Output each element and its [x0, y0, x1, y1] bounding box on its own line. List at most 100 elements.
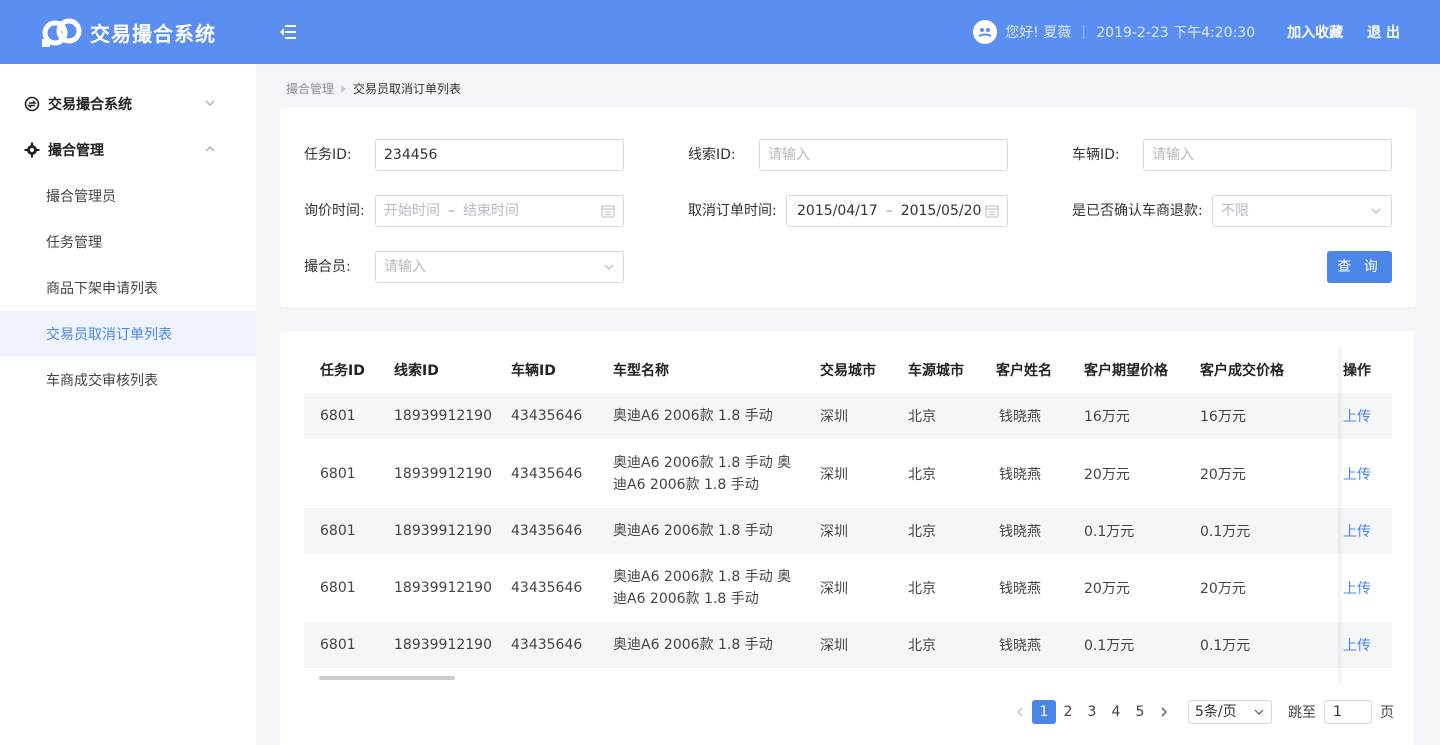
sidebar-item-label: 商品下架申请列表 [46, 281, 158, 297]
source-city-cell: 北京 [908, 409, 936, 425]
sidebar-group-label: 交易撮合系统 [48, 97, 132, 113]
breadcrumb-parent[interactable]: 撮合管理 [286, 80, 334, 97]
exchange-icon [24, 96, 40, 112]
jump-page-input[interactable]: 1 [1324, 700, 1372, 724]
prev-page-icon[interactable] [1008, 700, 1032, 724]
sidebar-item-deal-review[interactable]: 车商成交审核列表 [0, 357, 256, 403]
upload-link[interactable]: 上传 [1343, 554, 1371, 622]
table-row: 6801 18939912190 43435646 奥迪A6 2006款 1.8… [304, 393, 1392, 439]
range-separator: – [885, 203, 893, 219]
car-model-line: 奥迪A6 2006款 1.8 手动 奥 [613, 454, 792, 471]
add-favorite-link[interactable]: 加入收藏 [1287, 22, 1343, 42]
car-model-line: 迪A6 2006款 1.8 手动 [613, 591, 759, 607]
horizontal-scrollbar[interactable] [319, 676, 455, 680]
lead-id-label: 线索ID: [688, 147, 736, 163]
sidebar-group-matching-management[interactable]: 撮合管理 [0, 127, 256, 173]
fixed-column-shadow [1338, 347, 1344, 684]
sidebar: 交易撮合系统 撮合管理 撮合管理员 任务管理 商品下架申请列表 交易员取消订单列… [0, 64, 256, 745]
car-model-cell: 奥迪A6 2006款 1.8 手动 奥 迪A6 2006款 1.8 手动 [613, 554, 791, 622]
vehicle-id-cell: 43435646 [511, 465, 583, 482]
refund-confirmed-select[interactable]: 不限 [1212, 195, 1392, 227]
breadcrumb-current: 交易员取消订单列表 [353, 82, 462, 96]
column-header[interactable]: 客户成交价格 [1200, 347, 1284, 393]
sidebar-group-trading-system[interactable]: 交易撮合系统 [0, 81, 256, 127]
expected-price-cell: 16万元 [1084, 409, 1130, 425]
upload-link[interactable]: 上传 [1343, 508, 1371, 554]
sidebar-item-task-management[interactable]: 任务管理 [0, 219, 256, 265]
lead-id-cell: 18939912190 [394, 465, 492, 482]
column-header[interactable]: 交易城市 [820, 347, 876, 393]
next-page-icon[interactable] [1152, 700, 1176, 724]
filter-panel: 任务ID: 234456 线索ID: 请输入 车辆ID: 请输入 询价时间: 开… [280, 107, 1416, 307]
trade-city-cell: 深圳 [820, 581, 848, 597]
table-row: 6801 18939912190 43435646 奥迪A6 2006款 1.8… [304, 622, 1392, 668]
column-header[interactable]: 客户期望价格 [1084, 347, 1168, 393]
page-button[interactable]: 4 [1104, 700, 1128, 724]
menu-collapse-icon[interactable] [278, 22, 298, 42]
column-header[interactable]: 客户姓名 [996, 347, 1052, 393]
sidebar-item-label: 交易员取消订单列表 [46, 327, 172, 343]
page-button[interactable]: 5 [1128, 700, 1152, 724]
matcher-label: 撮合员: [304, 259, 351, 275]
source-city-cell: 北京 [908, 581, 936, 597]
user-avatar-icon[interactable] [973, 20, 998, 44]
sidebar-item-label: 任务管理 [46, 235, 102, 251]
cancel-time-range-picker[interactable]: 2015/04/17–2015/05/20 [786, 195, 1008, 227]
table-row: 6801 18939912190 43435646 奥迪A6 2006款 1.8… [304, 508, 1392, 554]
task-id-cell: 6801 [320, 580, 356, 596]
car-model-cell: 奥迪A6 2006款 1.8 手动 奥 迪A6 2006款 1.8 手动 [613, 439, 791, 508]
customer-name-cell: 钱晓燕 [999, 638, 1041, 654]
column-header[interactable]: 车型名称 [613, 347, 669, 393]
trade-city-cell: 深圳 [820, 466, 848, 483]
deal-price-cell: 0.1万元 [1200, 524, 1251, 540]
car-model-cell: 奥迪A6 2006款 1.8 手动 [613, 637, 773, 653]
query-button[interactable]: 查 询 [1327, 251, 1392, 283]
matcher-select[interactable]: 请输入 [375, 251, 624, 283]
chevron-down-icon [205, 100, 215, 106]
sidebar-item-label: 车商成交审核列表 [46, 373, 158, 389]
column-header[interactable]: 线索ID [394, 347, 439, 393]
task-id-label: 任务ID: [304, 147, 352, 163]
results-table-card: 任务ID 线索ID 车辆ID 车型名称 交易城市 车源城市 客户姓名 客户期望价… [280, 331, 1414, 745]
upload-link[interactable]: 上传 [1343, 393, 1371, 439]
range-separator: – [448, 203, 455, 219]
inquiry-end-placeholder: 结束时间 [463, 203, 519, 219]
sidebar-item-delisting-requests[interactable]: 商品下架申请列表 [0, 265, 256, 311]
task-id-input[interactable]: 234456 [375, 139, 624, 171]
column-header[interactable]: 车源城市 [908, 347, 964, 393]
expected-price-cell: 20万元 [1084, 581, 1130, 597]
vehicle-id-label: 车辆ID: [1072, 147, 1120, 163]
customer-name-cell: 钱晓燕 [999, 409, 1041, 425]
page-button[interactable]: 2 [1056, 700, 1080, 724]
app-title: 交易撮合系统 [90, 21, 216, 46]
logout-link[interactable]: 退 出 [1367, 22, 1400, 42]
cancel-time-label: 取消订单时间: [688, 203, 777, 219]
vehicle-id-cell: 43435646 [511, 580, 583, 596]
source-city-cell: 北京 [908, 638, 936, 654]
column-header[interactable]: 车辆ID [511, 347, 556, 393]
expected-price-cell: 0.1万元 [1084, 524, 1135, 540]
page-size-select[interactable]: 5条/页 [1188, 700, 1272, 724]
current-datetime: 2019-2-23 下午4:20:30 [1096, 25, 1256, 41]
upload-link[interactable]: 上传 [1343, 622, 1371, 668]
car-model-cell: 奥迪A6 2006款 1.8 手动 [613, 408, 773, 424]
sidebar-item-matcher-admins[interactable]: 撮合管理员 [0, 173, 256, 219]
vehicle-id-input[interactable]: 请输入 [1143, 139, 1392, 171]
table-header: 任务ID 线索ID 车辆ID 车型名称 交易城市 车源城市 客户姓名 客户期望价… [304, 347, 1392, 393]
page-button[interactable]: 3 [1080, 700, 1104, 724]
header-divider [1083, 25, 1085, 39]
lead-id-input[interactable]: 请输入 [759, 139, 1008, 171]
breadcrumb: 撮合管理 交易员取消订单列表 [286, 80, 461, 97]
chevron-down-icon [1254, 709, 1264, 715]
inquiry-time-range-picker[interactable]: 开始时间 – 结束时间 [375, 195, 624, 227]
vehicle-id-cell: 43435646 [511, 637, 583, 653]
upload-link[interactable]: 上传 [1343, 439, 1371, 508]
page-button[interactable]: 1 [1032, 700, 1056, 724]
sidebar-item-cancelled-orders[interactable]: 交易员取消订单列表 [0, 311, 256, 357]
sidebar-item-label: 撮合管理员 [46, 189, 116, 205]
calendar-icon [601, 205, 615, 218]
column-header: 操作 [1343, 363, 1371, 379]
source-city-cell: 北京 [908, 524, 936, 540]
column-header[interactable]: 任务ID [320, 347, 365, 393]
task-id-cell: 6801 [320, 637, 356, 653]
